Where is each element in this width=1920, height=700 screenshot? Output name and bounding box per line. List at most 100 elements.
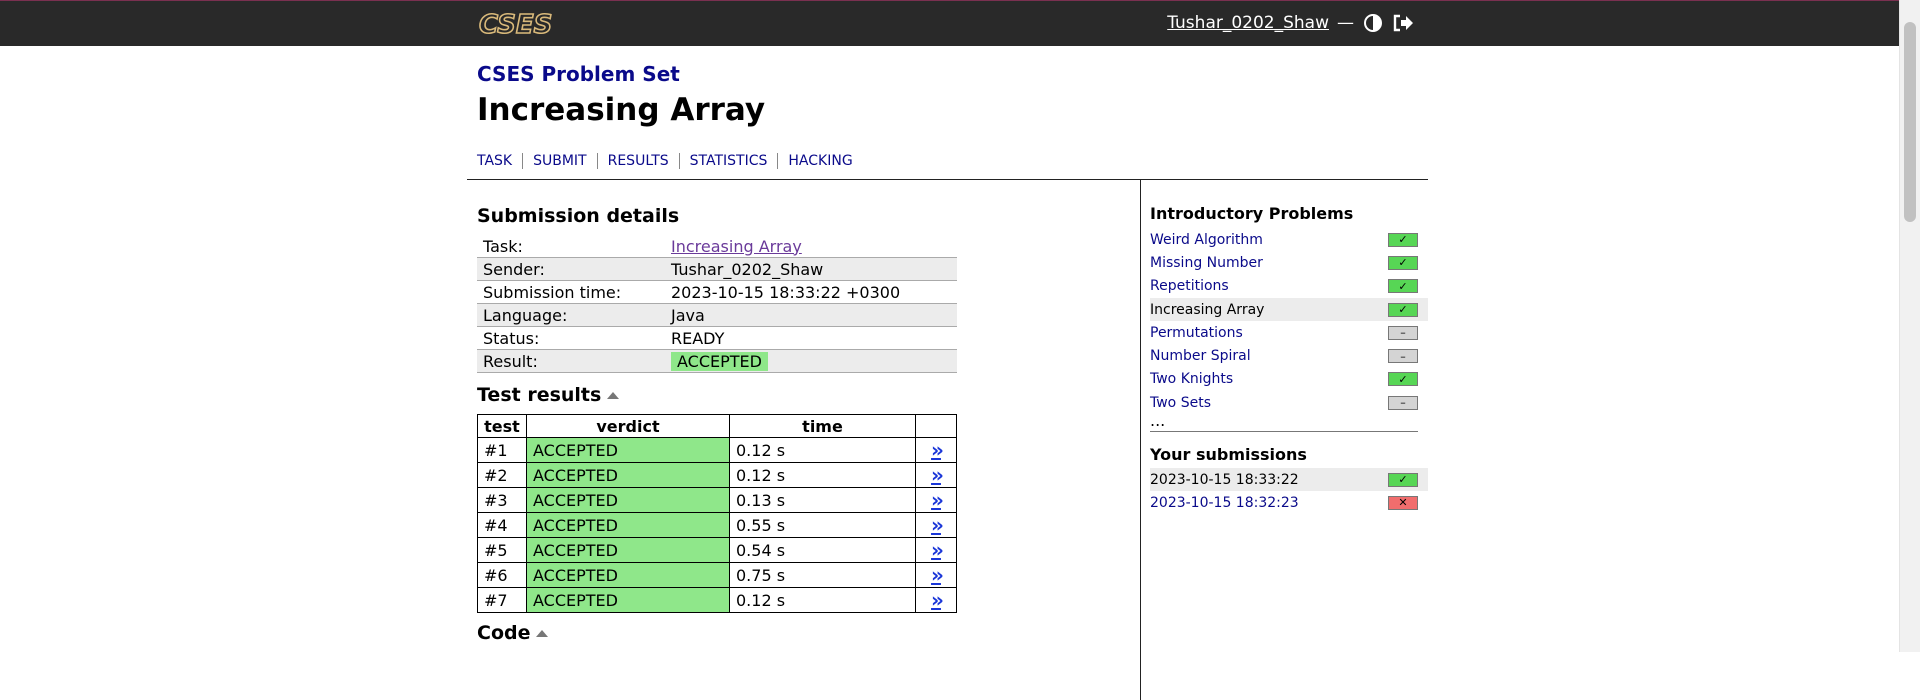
sidebar-item-problem[interactable]: Permutations – xyxy=(1150,321,1428,344)
test-results-heading[interactable]: Test results xyxy=(477,384,620,406)
tab-results[interactable]: RESULTS xyxy=(596,153,679,169)
table-row: #4 ACCEPTED 0.55 s » xyxy=(477,512,957,538)
view-test-link[interactable]: » xyxy=(931,588,944,612)
test-detail-cell: » xyxy=(915,512,957,538)
sidebar-item-problem[interactable]: Weird Algorithm ✓ xyxy=(1150,228,1428,251)
sidebar-item-problem[interactable]: Two Sets – xyxy=(1150,391,1428,414)
test-verdict: ACCEPTED xyxy=(526,462,730,488)
detail-value: Tushar_0202_Shaw xyxy=(665,257,957,281)
test-verdict: ACCEPTED xyxy=(526,562,730,588)
test-number: #4 xyxy=(477,512,527,538)
table-row: #5 ACCEPTED 0.54 s » xyxy=(477,537,957,563)
table-header-row: test verdict time xyxy=(477,414,957,438)
test-detail-cell: » xyxy=(915,587,957,613)
sidebar-item-submission[interactable]: 2023-10-15 18:33:22 ✓ xyxy=(1150,468,1428,492)
status-badge: ✓ xyxy=(1388,255,1418,270)
table-row: #1 ACCEPTED 0.12 s » xyxy=(477,437,957,463)
sidebar-item-problem[interactable]: Number Spiral – xyxy=(1150,344,1428,367)
test-time: 0.12 s xyxy=(729,437,916,463)
code-label: Code xyxy=(477,622,531,644)
view-test-link[interactable]: » xyxy=(931,438,944,462)
test-verdict: ACCEPTED xyxy=(526,587,730,613)
logout-icon[interactable] xyxy=(1392,12,1414,34)
top-bar: CSES Tushar_0202_Shaw — xyxy=(0,0,1899,46)
test-number: #6 xyxy=(477,562,527,588)
problem-link[interactable]: Weird Algorithm xyxy=(1150,232,1263,248)
table-row: Result: ACCEPTED xyxy=(477,349,957,373)
status-badge: ✓ xyxy=(1388,232,1418,247)
code-heading[interactable]: Code xyxy=(477,622,549,644)
problem-link[interactable]: Two Knights xyxy=(1150,371,1233,387)
test-detail-cell: » xyxy=(915,487,957,513)
view-test-link[interactable]: » xyxy=(931,538,944,562)
table-row: Sender: Tushar_0202_Shaw xyxy=(477,257,957,281)
test-time: 0.55 s xyxy=(729,512,916,538)
column-header-time: time xyxy=(729,414,916,438)
view-test-link[interactable]: » xyxy=(931,463,944,487)
view-test-link[interactable]: » xyxy=(931,563,944,587)
test-detail-cell: » xyxy=(915,437,957,463)
sidebar-item-problem[interactable]: Increasing Array ✓ xyxy=(1150,297,1428,322)
your-submissions-title: Your submissions xyxy=(1150,445,1307,464)
problem-link[interactable]: Increasing Array xyxy=(1150,302,1264,318)
detail-label: Task: xyxy=(477,235,665,258)
test-results-label: Test results xyxy=(477,384,602,406)
test-results-table: test verdict time #1 ACCEPTED 0.12 s» #2 ACC… xyxy=(477,414,957,613)
problem-link[interactable]: Two Sets xyxy=(1150,395,1211,411)
problem-tabs: TASK SUBMIT RESULTS STATISTICS HACKING xyxy=(477,153,863,169)
table-row: #6 ACCEPTED 0.75 s » xyxy=(477,562,957,588)
detail-label: Sender: xyxy=(477,257,665,281)
problem-link[interactable]: Missing Number xyxy=(1150,255,1263,271)
sidebar-divider xyxy=(1140,180,1141,700)
test-verdict: ACCEPTED xyxy=(526,537,730,563)
status-badge: – xyxy=(1388,349,1418,364)
detail-value: Increasing Array xyxy=(665,235,957,258)
cses-logo[interactable]: CSES xyxy=(477,9,567,39)
test-number: #7 xyxy=(477,587,527,613)
table-row: #7 ACCEPTED 0.12 s » xyxy=(477,587,957,613)
task-link[interactable]: Increasing Array xyxy=(671,237,802,256)
test-number: #1 xyxy=(477,437,527,463)
collapse-arrow-icon[interactable] xyxy=(536,630,549,637)
test-time: 0.75 s xyxy=(729,562,916,588)
problem-set-title[interactable]: CSES Problem Set xyxy=(477,62,680,86)
view-test-link[interactable]: » xyxy=(931,513,944,537)
username-link[interactable]: Tushar_0202_Shaw xyxy=(1167,13,1329,33)
problem-link[interactable]: Number Spiral xyxy=(1150,348,1251,364)
sidebar-separator xyxy=(1150,431,1418,432)
status-badge: – xyxy=(1388,325,1418,340)
svg-text:CSES: CSES xyxy=(479,10,552,39)
tab-statistics[interactable]: STATISTICS xyxy=(678,153,778,169)
problem-link[interactable]: Permutations xyxy=(1150,325,1243,341)
header-separator: — xyxy=(1337,13,1354,33)
sidebar-section-title: Introductory Problems xyxy=(1150,204,1354,223)
submission-link[interactable]: 2023-10-15 18:32:23 xyxy=(1150,495,1299,511)
test-verdict: ACCEPTED xyxy=(526,487,730,513)
table-row: Submission time: 2023-10-15 18:33:22 +030… xyxy=(477,280,957,304)
collapse-arrow-icon[interactable] xyxy=(607,392,620,399)
submission-link[interactable]: 2023-10-15 18:33:22 xyxy=(1150,472,1299,488)
sidebar-item-submission[interactable]: 2023-10-15 18:32:23 ✕ xyxy=(1150,491,1428,514)
tab-task[interactable]: TASK xyxy=(477,153,522,169)
column-header-verdict: verdict xyxy=(526,414,730,438)
view-test-link[interactable]: » xyxy=(931,488,944,512)
problem-link[interactable]: Repetitions xyxy=(1150,278,1229,294)
more-problems[interactable]: ... xyxy=(1150,411,1165,430)
sidebar-item-problem[interactable]: Repetitions ✓ xyxy=(1150,275,1428,298)
detail-label: Submission time: xyxy=(477,280,665,304)
status-badge: ✓ xyxy=(1388,372,1418,387)
status-badge: ✓ xyxy=(1388,279,1418,294)
sidebar-item-problem[interactable]: Missing Number ✓ xyxy=(1150,251,1428,274)
tab-submit[interactable]: SUBMIT xyxy=(522,153,597,169)
test-number: #2 xyxy=(477,462,527,488)
contrast-icon[interactable] xyxy=(1362,12,1384,34)
test-detail-cell: » xyxy=(915,462,957,488)
status-badge: ✓ xyxy=(1388,302,1418,317)
page-scrollbar[interactable] xyxy=(1899,0,1920,652)
table-row: Task: Increasing Array xyxy=(477,235,957,258)
status-badge: – xyxy=(1388,395,1418,410)
detail-value: Java xyxy=(665,303,957,327)
scrollbar-thumb[interactable] xyxy=(1904,22,1916,222)
tab-hacking[interactable]: HACKING xyxy=(777,153,862,169)
sidebar-item-problem[interactable]: Two Knights ✓ xyxy=(1150,368,1428,391)
